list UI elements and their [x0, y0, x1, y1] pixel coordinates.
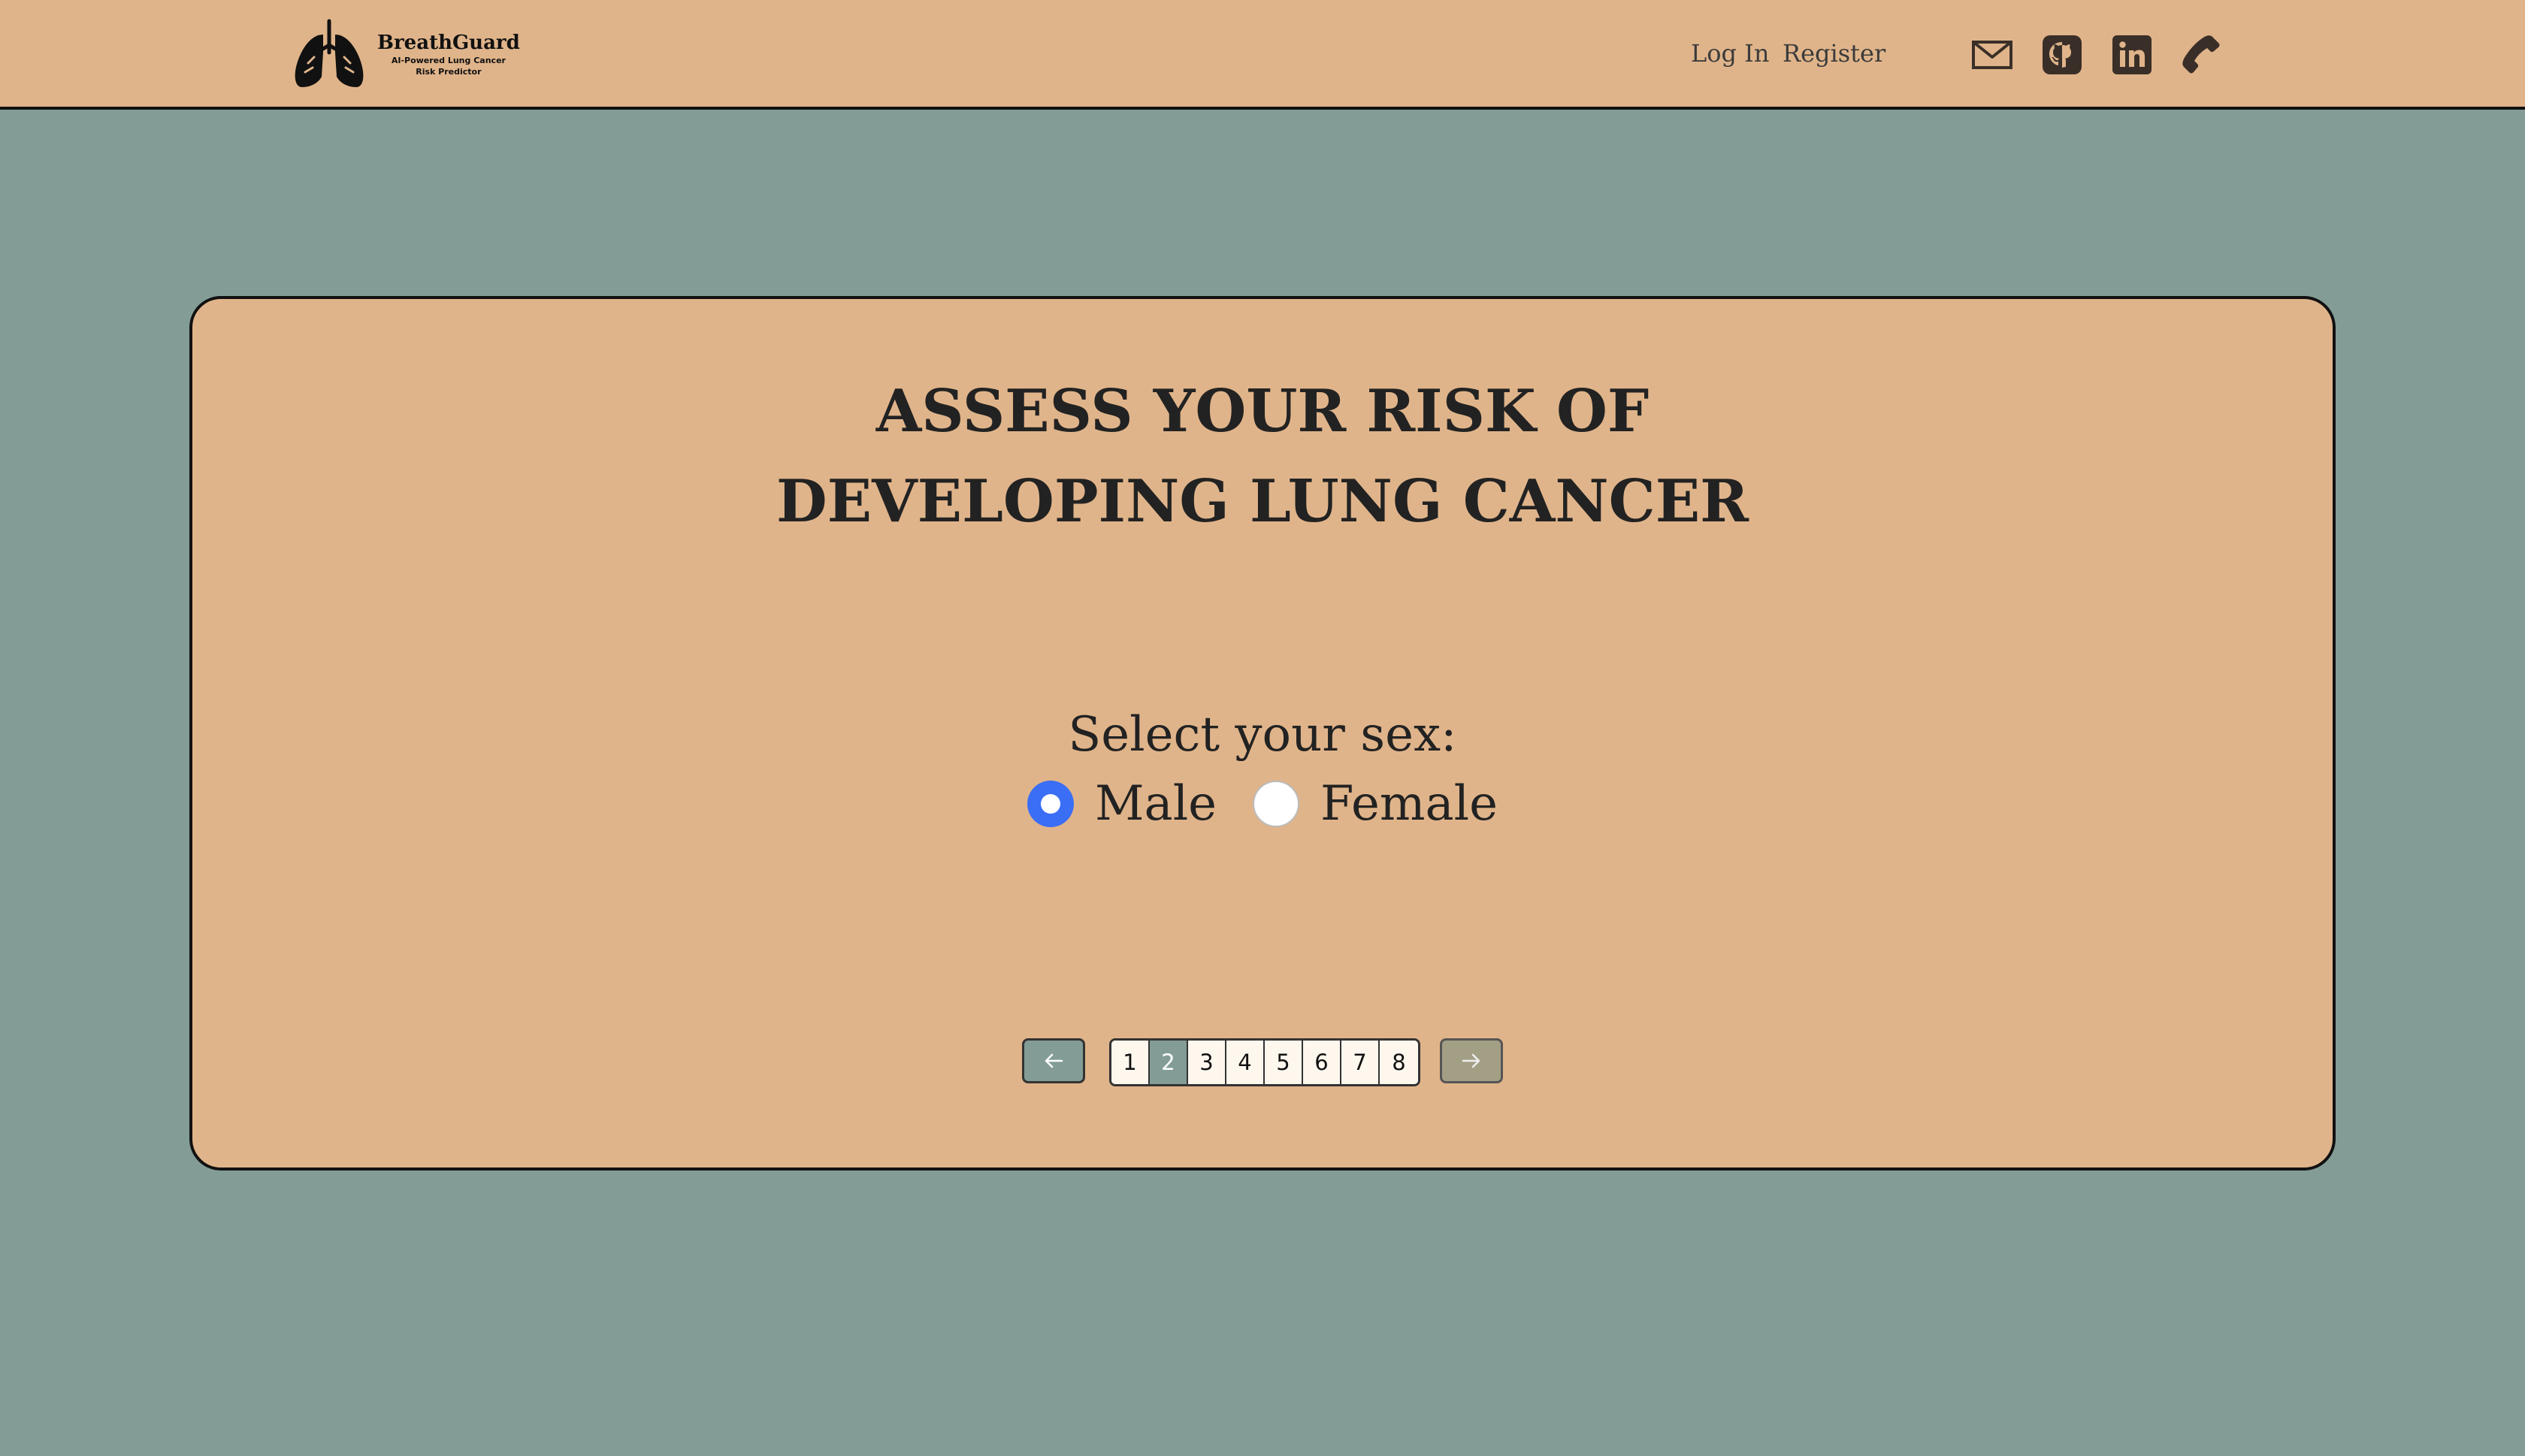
- lungs-icon: [295, 19, 364, 87]
- linkedin-link[interactable]: [2110, 33, 2154, 77]
- page-7[interactable]: 7: [1341, 1041, 1380, 1084]
- page-4[interactable]: 4: [1226, 1041, 1265, 1084]
- female-radio[interactable]: [1253, 781, 1300, 827]
- next-button[interactable]: [1440, 1038, 1503, 1083]
- page-title-text: ASSESS YOUR RISK OF DEVELOPING LUNG CANC…: [776, 377, 1749, 536]
- page-3[interactable]: 3: [1188, 1041, 1226, 1084]
- question-label: Select your sex:: [1068, 707, 1457, 763]
- brand-tagline-line2: Risk Predictor: [416, 67, 482, 77]
- option-male[interactable]: Male: [1027, 774, 1217, 834]
- brand-name: BreathGuard: [377, 32, 520, 54]
- page-5[interactable]: 5: [1265, 1041, 1303, 1084]
- mail-icon: [1972, 41, 2012, 69]
- male-label: Male: [1095, 776, 1217, 832]
- prev-button[interactable]: [1022, 1038, 1085, 1083]
- arrow-right-icon: [1462, 1053, 1480, 1068]
- page-title: ASSESS YOUR RISK OF DEVELOPING LUNG CANC…: [192, 367, 2333, 547]
- brand-tagline: AI-Powered Lung Cancer Risk Predictor: [392, 55, 506, 77]
- option-female[interactable]: Female: [1253, 774, 1498, 834]
- male-radio[interactable]: [1027, 781, 1074, 827]
- brand-tagline-line1: AI-Powered Lung Cancer: [391, 56, 506, 65]
- login-link[interactable]: Log In: [1691, 35, 1769, 72]
- page-2[interactable]: 2: [1150, 1041, 1188, 1084]
- register-link[interactable]: Register: [1783, 35, 1885, 72]
- page-8[interactable]: 8: [1380, 1041, 1418, 1084]
- github-icon: [2043, 35, 2082, 74]
- mail-link[interactable]: [1970, 33, 2014, 77]
- pagination: 1 2 3 4 5 6 7 8: [192, 1038, 2333, 1086]
- phone-icon: [2182, 35, 2220, 74]
- page-6[interactable]: 6: [1303, 1041, 1341, 1084]
- linkedin-icon: [2112, 35, 2152, 74]
- phone-link[interactable]: [2179, 33, 2223, 77]
- top-navbar: BreathGuard AI-Powered Lung Cancer Risk …: [0, 0, 2525, 110]
- sex-radio-group: Male Female: [192, 774, 2333, 834]
- arrow-left-icon: [1045, 1053, 1063, 1068]
- github-link[interactable]: [2040, 33, 2084, 77]
- brand-logo[interactable]: BreathGuard AI-Powered Lung Cancer Risk …: [289, 18, 520, 90]
- page-1[interactable]: 1: [1111, 1041, 1150, 1084]
- assessment-card: ASSESS YOUR RISK OF DEVELOPING LUNG CANC…: [189, 296, 2336, 1171]
- page-numbers: 1 2 3 4 5 6 7 8: [1109, 1038, 1420, 1086]
- female-label: Female: [1320, 776, 1498, 832]
